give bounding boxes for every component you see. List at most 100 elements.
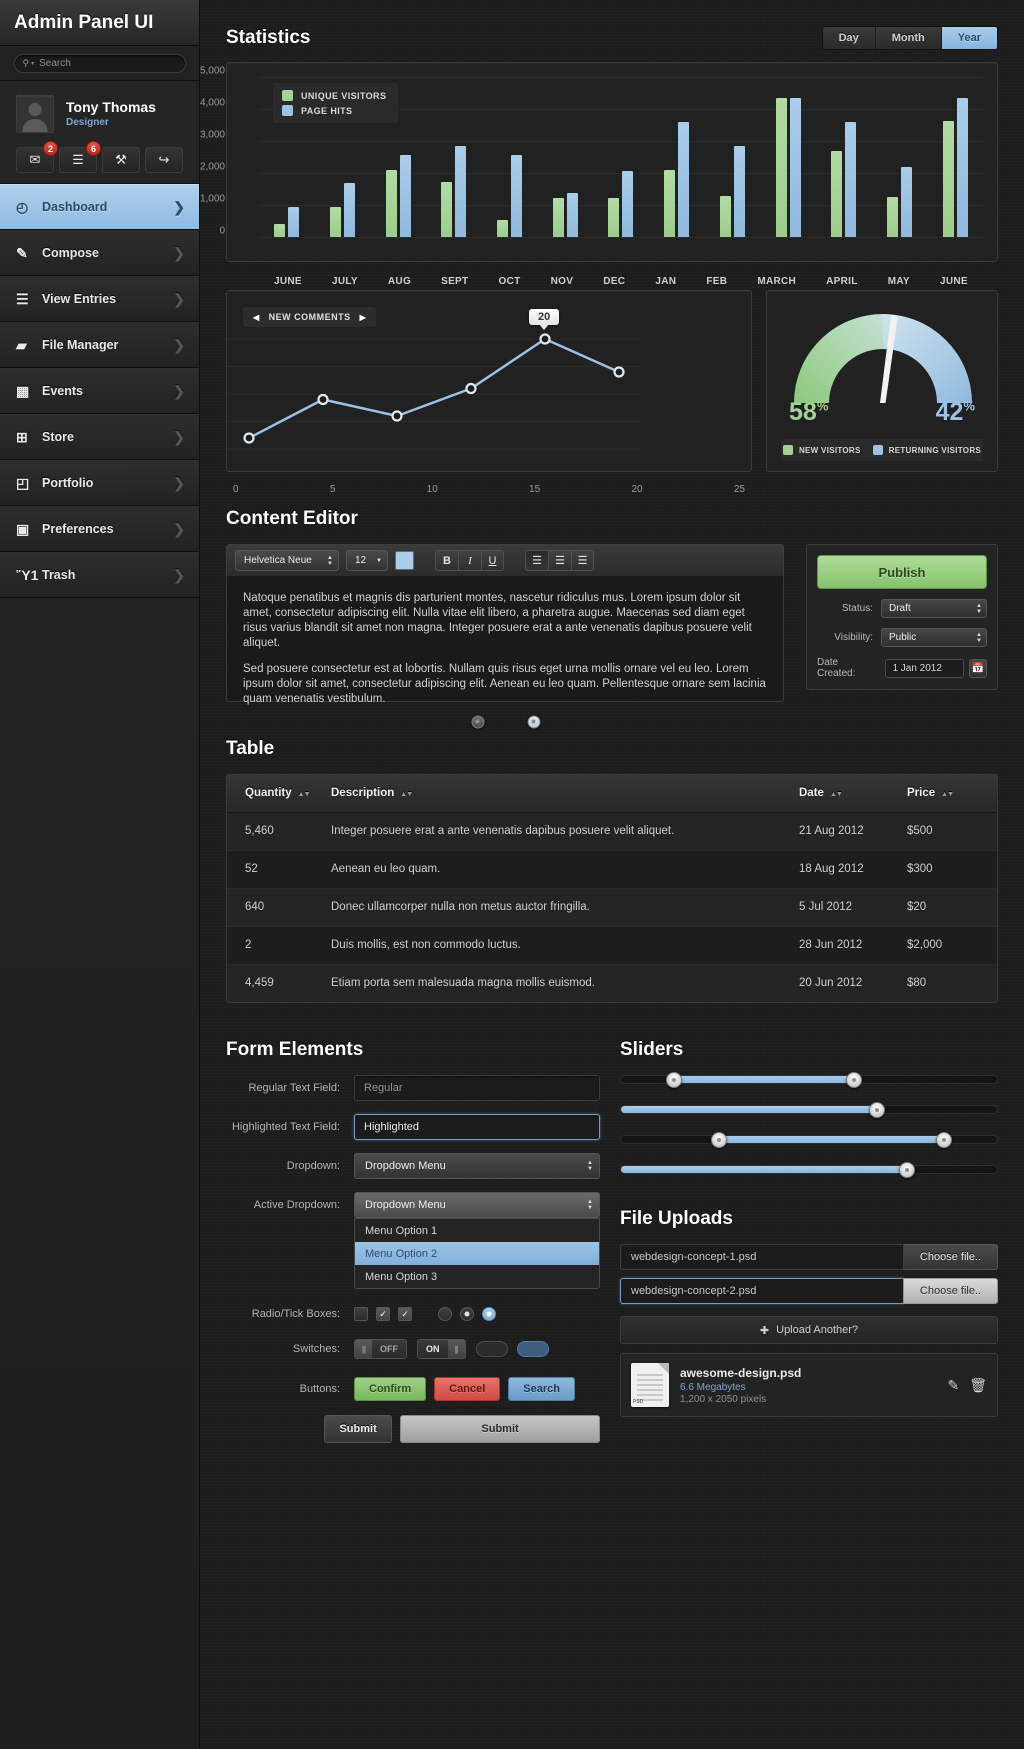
file-uploads-title: File Uploads: [620, 1208, 998, 1230]
sidebar-item-dashboard[interactable]: ◴Dashboard❯: [0, 184, 199, 230]
active-dropdown-label: Active Dropdown:: [226, 1199, 354, 1211]
slider-handle[interactable]: [869, 1102, 885, 1118]
upload-file-name[interactable]: webdesign-concept-2.psd: [620, 1278, 904, 1304]
font-family-select[interactable]: Helvetica Neue ▲▼: [235, 550, 339, 571]
next-arrow-icon[interactable]: ▶: [360, 313, 367, 322]
table-row[interactable]: 5,460Integer posuere erat a ante venenat…: [227, 812, 997, 850]
search-button[interactable]: Search: [508, 1377, 575, 1401]
align-right-icon[interactable]: ☰: [571, 550, 594, 571]
italic-button[interactable]: I: [458, 550, 481, 571]
align-center-icon[interactable]: ☰: [548, 550, 571, 571]
sidebar-item-trash[interactable]: Ὕ1Trash❯: [0, 552, 199, 598]
font-size-select[interactable]: 12 ▼: [346, 550, 388, 571]
editor-textarea[interactable]: Natoque penatibus et magnis dis parturie…: [226, 577, 784, 702]
choose-file-button[interactable]: Choose file..: [904, 1278, 998, 1304]
table-row[interactable]: 640Donec ullamcorper nulla non metus auc…: [227, 888, 997, 926]
submit-light-button[interactable]: Submit: [400, 1415, 600, 1443]
publish-button[interactable]: Publish: [817, 555, 987, 589]
calendar-icon[interactable]: 📅: [969, 659, 988, 678]
highlighted-text-input[interactable]: Highlighted: [354, 1114, 600, 1140]
search-box[interactable]: ⚲ ▾: [14, 54, 186, 73]
table-row[interactable]: 4,459Etiam porta sem malesuada magna mol…: [227, 964, 997, 1002]
logout-icon[interactable]: ↪: [145, 147, 183, 173]
toggle-off[interactable]: [476, 1341, 508, 1357]
bar-page-hits: [455, 146, 466, 237]
range-option-day[interactable]: Day: [823, 27, 876, 49]
inbox-icon[interactable]: ✉2: [16, 147, 54, 173]
slider[interactable]: [620, 1165, 998, 1174]
active-dropdown-select[interactable]: Dropdown Menu▲▼: [354, 1192, 600, 1218]
search-input[interactable]: [39, 58, 169, 69]
confirm-button[interactable]: Confirm: [354, 1377, 426, 1401]
slider[interactable]: [620, 1135, 998, 1144]
status-select[interactable]: Draft▲▼: [881, 599, 987, 618]
sidebar-item-events[interactable]: ▦Events❯: [0, 368, 199, 414]
sidebar-item-portfolio[interactable]: ◰Portfolio❯: [0, 460, 199, 506]
column-header-description[interactable]: Description▲▼: [327, 775, 799, 812]
form-and-sliders: Regular Text Field: Regular Highlighted …: [226, 1075, 998, 1443]
column-header-quantity[interactable]: Quantity▲▼: [227, 775, 327, 812]
tools-icon[interactable]: ⚒: [102, 147, 140, 173]
range-option-year[interactable]: Year: [942, 27, 997, 49]
menu-option[interactable]: Menu Option 3: [355, 1265, 599, 1288]
submit-dark-button[interactable]: Submit: [324, 1415, 392, 1443]
upload-file-name[interactable]: webdesign-concept-1.psd: [620, 1244, 904, 1270]
visibility-select[interactable]: Public▲▼: [881, 628, 987, 647]
radio-selected-blue[interactable]: [482, 1307, 496, 1321]
sidebar-item-compose[interactable]: ✎Compose❯: [0, 230, 199, 276]
prev-arrow-icon[interactable]: ◀: [253, 313, 260, 322]
bold-button[interactable]: B: [435, 550, 458, 571]
switch-grip-icon: |||: [355, 1340, 372, 1358]
table-row[interactable]: 2Duis mollis, est non commodo luctus.28 …: [227, 926, 997, 964]
checkbox-checked[interactable]: ✓: [398, 1307, 412, 1321]
sidebar-item-preferences[interactable]: ▣Preferences❯: [0, 506, 199, 552]
table-header-row: Quantity▲▼Description▲▼Date▲▼Price▲▼: [227, 775, 997, 812]
slider-handle[interactable]: [666, 1072, 682, 1088]
active-dropdown-row: Active Dropdown: Dropdown Menu▲▼: [226, 1192, 600, 1218]
trash-icon[interactable]: 🗑: [969, 1377, 987, 1394]
radio-selected[interactable]: [460, 1307, 474, 1321]
gauge-returning-value: 42%: [936, 398, 975, 427]
underline-button[interactable]: U: [481, 550, 504, 571]
slider[interactable]: [620, 1105, 998, 1114]
slider-handle[interactable]: [711, 1132, 727, 1148]
radio-unselected[interactable]: [438, 1307, 452, 1321]
column-header-price[interactable]: Price▲▼: [907, 775, 997, 812]
menu-option[interactable]: Menu Option 1: [355, 1219, 599, 1242]
regular-text-input[interactable]: Regular: [354, 1075, 600, 1101]
align-left-icon[interactable]: ☰: [525, 550, 548, 571]
bar-page-hits: [288, 207, 299, 237]
sidebar-item-file-manager[interactable]: ▰File Manager❯: [0, 322, 199, 368]
range-toggle[interactable]: DayMonthYear: [822, 26, 998, 50]
upload-row: webdesign-concept-2.psdChoose file..: [620, 1278, 998, 1304]
column-header-date[interactable]: Date▲▼: [799, 775, 907, 812]
bar-unique-visitors: [943, 121, 954, 237]
sidebar-item-store[interactable]: ⊞Store❯: [0, 414, 199, 460]
new-comments-pager[interactable]: ◀ NEW COMMENTS ▶: [243, 307, 376, 327]
legend-label-returning-visitors: RETURNING VISITORS: [889, 446, 981, 455]
date-input[interactable]: 1 Jan 2012: [885, 659, 963, 678]
dropdown-menu[interactable]: Menu Option 1Menu Option 2Menu Option 3: [354, 1218, 600, 1289]
checkbox-checked[interactable]: ✓: [376, 1307, 390, 1321]
bar-group: [664, 122, 689, 237]
slider-handle[interactable]: [846, 1072, 862, 1088]
range-option-month[interactable]: Month: [876, 27, 942, 49]
slider-handle[interactable]: [899, 1162, 915, 1178]
menu-option[interactable]: Menu Option 2: [355, 1242, 599, 1265]
table-row[interactable]: 52Aenean eu leo quam.18 Aug 2012$300: [227, 850, 997, 888]
checkbox-unchecked[interactable]: [354, 1307, 368, 1321]
notes-icon[interactable]: ☰6: [59, 147, 97, 173]
slider-handle[interactable]: [936, 1132, 952, 1148]
text-align-group: ☰ ☰ ☰: [525, 550, 594, 571]
choose-file-button[interactable]: Choose file..: [904, 1244, 998, 1270]
upload-another-button[interactable]: ✚ Upload Another?: [620, 1316, 998, 1344]
sidebar-item-view-entries[interactable]: ☰View Entries❯: [0, 276, 199, 322]
slider[interactable]: [620, 1075, 998, 1084]
toggle-on[interactable]: [517, 1341, 549, 1357]
switch-off[interactable]: ||| OFF: [354, 1339, 407, 1359]
switch-on[interactable]: ON |||: [417, 1339, 466, 1359]
cancel-button[interactable]: Cancel: [434, 1377, 500, 1401]
text-color-swatch[interactable]: [395, 551, 414, 570]
dropdown-select[interactable]: Dropdown Menu▲▼: [354, 1153, 600, 1179]
edit-icon[interactable]: ✎: [947, 1377, 959, 1394]
